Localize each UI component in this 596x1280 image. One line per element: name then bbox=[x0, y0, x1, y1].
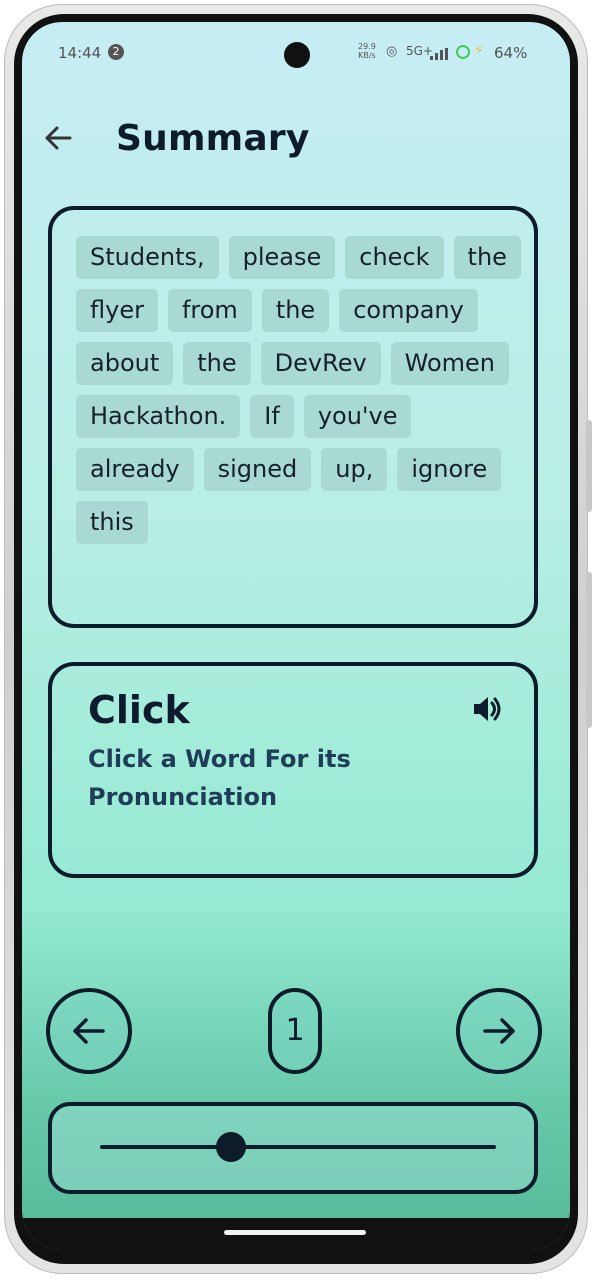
volume-button bbox=[586, 420, 592, 512]
battery-level: 64% bbox=[494, 44, 528, 62]
word-chip[interactable]: check bbox=[345, 236, 444, 279]
network-speed-value: 29.9 bbox=[358, 42, 376, 51]
arrow-left-icon bbox=[45, 126, 72, 150]
page-number: 1 bbox=[268, 988, 322, 1074]
word-chip[interactable]: Students, bbox=[76, 236, 219, 279]
word-chip[interactable]: please bbox=[228, 236, 336, 279]
status-ring-icon bbox=[456, 45, 470, 59]
word-chip[interactable]: this bbox=[76, 501, 148, 544]
word-chip[interactable]: Women bbox=[390, 342, 510, 385]
status-time: 14:44 bbox=[58, 44, 102, 62]
word-chip[interactable]: ignore bbox=[397, 448, 502, 491]
word-chip[interactable]: the bbox=[453, 236, 521, 279]
word-chip[interactable]: about bbox=[76, 342, 174, 385]
charging-icon: ⚡ bbox=[474, 43, 484, 59]
status-bar: 14:44 2 29.9 KB/s ◎ 5G+ ⚡ 64% bbox=[22, 22, 570, 82]
word-chip[interactable]: If bbox=[250, 395, 294, 438]
word-chip[interactable]: company bbox=[339, 289, 478, 332]
word-chip[interactable]: from bbox=[167, 289, 252, 332]
selected-word-title: Click bbox=[88, 688, 190, 732]
speaker-icon bbox=[474, 697, 501, 721]
word-chip[interactable]: signed bbox=[203, 448, 312, 491]
arrow-right-circle-icon bbox=[483, 1018, 515, 1044]
network-type: 5G+ bbox=[406, 44, 433, 58]
screen: 14:44 2 29.9 KB/s ◎ 5G+ ⚡ 64% Summary St… bbox=[22, 22, 570, 1250]
word-chip[interactable]: already bbox=[76, 448, 194, 491]
word-chip[interactable]: Hackathon. bbox=[76, 395, 241, 438]
selected-word-subtitle: Click a Word For its Pronunciation bbox=[88, 745, 351, 811]
previous-page-button[interactable] bbox=[46, 988, 132, 1074]
word-chip[interactable]: you've bbox=[303, 395, 412, 438]
pronunciation-card: Click Click a Word For its Pronunciation bbox=[48, 662, 538, 878]
network-speed-unit: KB/s bbox=[358, 51, 376, 60]
network-speed: 29.9 KB/s bbox=[358, 42, 376, 60]
slider-track[interactable] bbox=[100, 1145, 496, 1149]
word-chip[interactable]: flyer bbox=[76, 289, 158, 332]
signal-icon bbox=[430, 48, 448, 60]
word-chip[interactable]: the bbox=[183, 342, 251, 385]
summary-text-card: Students, please check the flyer from the compa… bbox=[48, 206, 538, 628]
speaker-button[interactable] bbox=[470, 692, 504, 726]
back-button[interactable] bbox=[42, 122, 74, 154]
word-chip[interactable]: the bbox=[261, 289, 330, 332]
hotspot-icon: ◎ bbox=[386, 44, 398, 59]
power-button bbox=[586, 572, 592, 728]
page-title: Summary bbox=[116, 118, 310, 159]
home-indicator[interactable] bbox=[224, 1230, 366, 1235]
slider-thumb[interactable] bbox=[215, 1132, 246, 1162]
word-list: Students, please check the flyer from the compa… bbox=[76, 236, 526, 544]
next-page-button[interactable] bbox=[456, 988, 542, 1074]
front-camera bbox=[284, 42, 310, 68]
system-navigation-bar bbox=[22, 1218, 570, 1250]
word-chip[interactable]: DevRev bbox=[260, 342, 381, 385]
speed-slider-card bbox=[48, 1102, 538, 1194]
notification-badge: 2 bbox=[108, 44, 124, 60]
arrow-left-circle-icon bbox=[73, 1018, 105, 1044]
word-chip[interactable]: up, bbox=[321, 448, 388, 491]
